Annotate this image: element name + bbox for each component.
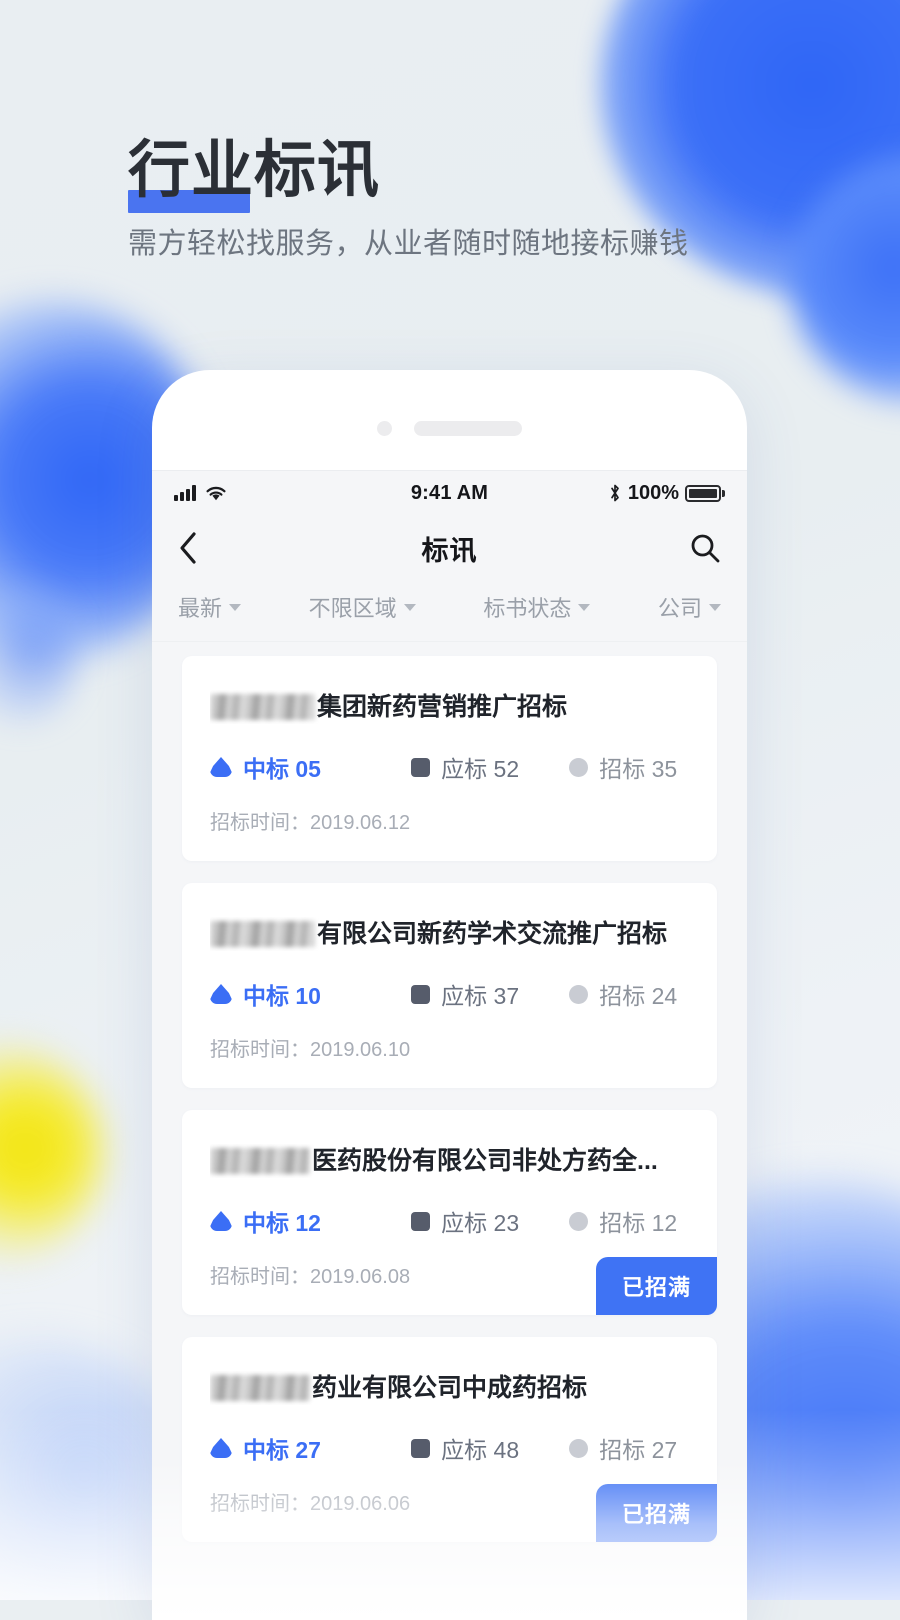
square-icon	[411, 984, 431, 1004]
battery-percent-label: 100%	[627, 481, 679, 504]
page-title-text: 行业标讯	[128, 136, 381, 205]
bid-list: 集团新药营销推广招标中标 05 应标 52 招标 35 招标时间：2019.06.12…	[152, 642, 747, 1542]
bid-card-title: 有限公司新药学术交流推广招标	[210, 917, 689, 951]
bid-card-title-text: 集团新药营销推广招标	[317, 693, 568, 721]
stat-won: 中标 05	[210, 750, 411, 784]
page-subtitle: 需方轻松找服务，从业者随时随地接标赚钱	[128, 228, 689, 260]
stat-open-label: 招标 35	[599, 756, 678, 782]
square-icon	[411, 757, 431, 777]
redacted-company-name	[210, 1375, 310, 1401]
status-bar-right: 100%	[608, 482, 725, 505]
stat-applied-label: 应标 37	[441, 983, 520, 1009]
filter-status-label: 标书状态	[483, 596, 572, 621]
chevron-down-icon	[403, 603, 416, 611]
droplet-icon	[210, 1211, 232, 1231]
speaker-grille	[414, 420, 522, 436]
stat-won-label: 中标 05	[243, 756, 321, 782]
droplet-icon	[210, 1438, 232, 1458]
filter-company-label: 公司	[657, 596, 702, 621]
filter-status[interactable]: 标书状态	[483, 591, 591, 623]
filter-region-label: 不限区域	[308, 596, 397, 621]
camera-icon	[377, 420, 392, 436]
stat-won: 中标 12	[210, 1204, 411, 1238]
stat-open-label: 招标 12	[599, 1210, 678, 1236]
stat-open: 招标 12	[569, 1204, 677, 1238]
bid-card[interactable]: 医药股份有限公司非处方药全... 中标 12 应标 23 招标 12 招标时间：2019…	[182, 1110, 717, 1315]
stat-open-label: 招标 27	[599, 1437, 678, 1463]
decorative-blob-yellow	[0, 1045, 105, 1260]
bid-card[interactable]: 有限公司新药学术交流推广招标中标 10 应标 37 招标 24 招标时间：2019.0…	[182, 883, 717, 1088]
full-status-button[interactable]: 已招满	[595, 1257, 717, 1315]
back-button[interactable]	[178, 531, 198, 565]
bid-card-title: 集团新药营销推广招标	[210, 690, 689, 724]
stat-applied: 应标 37	[411, 977, 569, 1011]
circle-icon	[569, 757, 589, 777]
droplet-icon	[210, 984, 232, 1004]
stat-open: 招标 27	[569, 1431, 677, 1465]
bid-card-stats: 中标 12 应标 23 招标 12	[210, 1204, 689, 1238]
droplet-icon	[210, 757, 232, 777]
stat-open: 招标 24	[569, 977, 677, 1011]
bid-card-title: 医药股份有限公司非处方药全...	[210, 1144, 689, 1178]
phone-notch	[152, 418, 747, 438]
filter-bar: 最新 不限区域 标书状态 公司	[152, 581, 747, 642]
stat-won-label: 中标 12	[243, 1210, 321, 1236]
stat-won: 中标 27	[210, 1431, 411, 1465]
stat-won-label: 中标 10	[243, 983, 321, 1009]
search-icon	[691, 534, 720, 563]
full-status-button[interactable]: 已招满	[595, 1484, 717, 1542]
bid-card-title-text: 有限公司新药学术交流推广招标	[317, 920, 668, 948]
redacted-company-name	[210, 921, 315, 947]
nav-bar: 标讯	[152, 515, 747, 581]
chevron-down-icon	[578, 603, 591, 611]
bid-card-title-text: 医药股份有限公司非处方药全...	[312, 1147, 658, 1175]
stat-applied: 应标 48	[411, 1431, 569, 1465]
hero-section: 行业标讯 需方轻松找服务，从业者随时随地接标赚钱	[128, 134, 689, 264]
stat-open: 招标 35	[569, 750, 677, 784]
circle-icon	[569, 984, 589, 1004]
bid-card-title: 药业有限公司中成药招标	[210, 1371, 689, 1405]
stat-won: 中标 10	[210, 977, 411, 1011]
battery-full-icon	[685, 484, 725, 502]
search-button[interactable]	[689, 532, 721, 564]
chevron-down-icon	[708, 603, 721, 611]
stat-applied-label: 应标 23	[441, 1210, 520, 1236]
bid-card-time: 招标时间：2019.06.12	[210, 812, 411, 834]
filter-sort[interactable]: 最新	[178, 591, 242, 623]
redacted-company-name	[210, 1148, 310, 1174]
stat-applied: 应标 23	[411, 1204, 569, 1238]
bid-card-stats: 中标 05 应标 52 招标 35	[210, 750, 689, 784]
bid-card-stats: 中标 10 应标 37 招标 24	[210, 977, 689, 1011]
redacted-company-name	[210, 694, 315, 720]
bluetooth-icon	[610, 484, 619, 502]
circle-icon	[569, 1438, 589, 1458]
filter-region[interactable]: 不限区域	[309, 591, 416, 623]
filter-sort-label: 最新	[178, 596, 223, 621]
stat-applied-label: 应标 52	[441, 756, 520, 782]
square-icon	[411, 1438, 431, 1458]
bid-card-time: 招标时间：2019.06.10	[210, 1039, 411, 1061]
bid-card[interactable]: 药业有限公司中成药招标 中标 27 应标 48 招标 27 招标时间：2019.06.0…	[182, 1337, 717, 1542]
filter-company[interactable]: 公司	[658, 591, 721, 623]
stat-open-label: 招标 24	[599, 983, 678, 1009]
chevron-left-icon	[180, 532, 196, 564]
stat-applied: 应标 52	[411, 750, 569, 784]
bid-card[interactable]: 集团新药营销推广招标中标 05 应标 52 招标 35 招标时间：2019.06.12	[182, 656, 717, 861]
circle-icon	[569, 1211, 589, 1231]
bid-card-stats: 中标 27 应标 48 招标 27	[210, 1431, 689, 1465]
bid-card-title-text: 药业有限公司中成药招标	[312, 1374, 588, 1402]
chevron-down-icon	[229, 603, 242, 611]
status-bar: 9:41 AM 100%	[152, 471, 747, 515]
phone-screen: 9:41 AM 100% 标讯 最新 不限区域 标书状态 公司 集团新药营销推广…	[152, 470, 747, 1620]
phone-mockup: 9:41 AM 100% 标讯 最新 不限区域 标书状态 公司 集团新药营销推广…	[152, 370, 747, 1620]
stat-applied-label: 应标 48	[441, 1437, 520, 1463]
stat-won-label: 中标 27	[243, 1437, 321, 1463]
square-icon	[411, 1211, 431, 1231]
page-title: 行业标讯	[128, 134, 381, 213]
nav-title: 标讯	[421, 535, 478, 566]
